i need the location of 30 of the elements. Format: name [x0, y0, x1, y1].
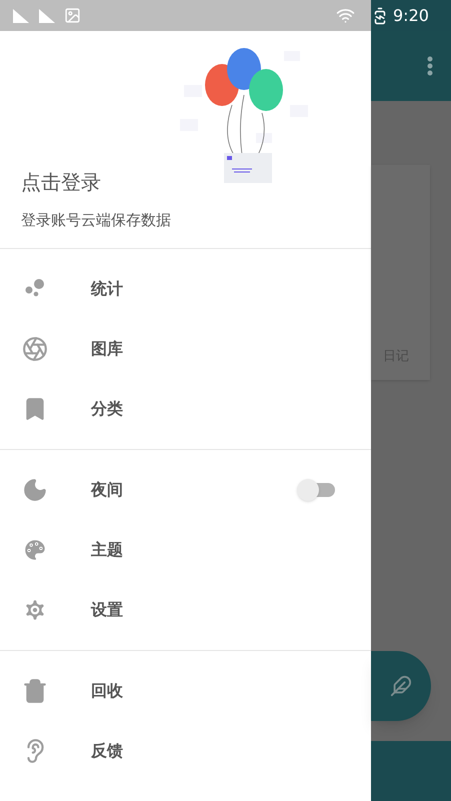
moon-icon [22, 477, 48, 503]
aperture-icon [22, 336, 48, 362]
menu-item[interactable]: 设置 [0, 580, 371, 640]
menu-label: 回收 [91, 680, 123, 702]
menu-item[interactable]: 分类 [0, 379, 371, 439]
more-icon[interactable] [427, 56, 433, 76]
image-icon [64, 7, 81, 24]
toggle-switch[interactable] [297, 480, 337, 500]
menu-item[interactable]: 图库 [0, 319, 371, 379]
wifi-icon [336, 6, 355, 25]
trash-icon [22, 678, 48, 704]
menu-label: 图库 [91, 338, 123, 360]
clock: 9:20 [393, 4, 429, 26]
menu-label: 反馈 [91, 740, 123, 762]
menu-item[interactable]: 夜间 [0, 460, 371, 520]
menu-item[interactable]: 统计 [0, 259, 371, 319]
menu-item[interactable]: 反馈 [0, 721, 371, 781]
notification-icon [38, 8, 56, 24]
login-subtitle: 登录账号云端保存数据 [21, 210, 171, 231]
menu-label: 分类 [91, 398, 123, 420]
menu-item[interactable]: 回收 [0, 661, 371, 721]
menu-item[interactable]: 主题 [0, 520, 371, 580]
menu-label: 设置 [91, 599, 123, 621]
menu-label: 主题 [91, 539, 123, 561]
feather-icon [390, 675, 412, 697]
palette-icon [22, 537, 48, 563]
menu-label: 统计 [91, 278, 123, 300]
notification-icon [12, 8, 30, 24]
menu-label: 夜间 [91, 479, 123, 501]
login-title[interactable]: 点击登录 [21, 167, 101, 197]
